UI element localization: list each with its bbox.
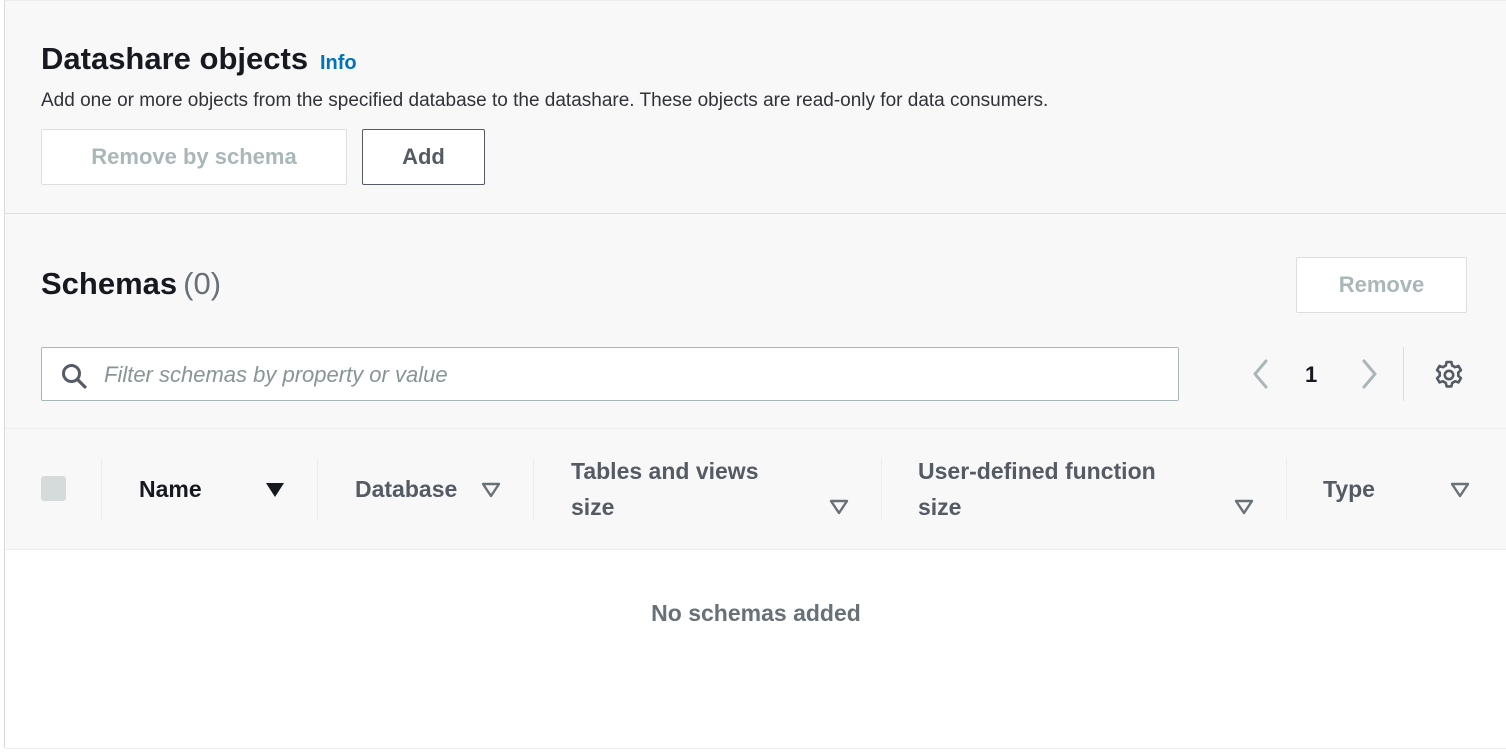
filter-input[interactable] [102, 348, 1166, 402]
remove-by-schema-button[interactable]: Remove by schema [41, 129, 347, 185]
column-header-tables-views-size[interactable]: Tables and views [571, 453, 758, 489]
add-button[interactable]: Add [362, 129, 485, 185]
gear-icon[interactable] [1433, 359, 1465, 391]
remove-button[interactable]: Remove [1296, 257, 1467, 313]
section-description: Add one or more objects from the specifi… [41, 90, 1049, 111]
column-header-udf-size[interactable]: User-defined function [918, 453, 1156, 489]
chevron-right-icon[interactable] [1357, 358, 1381, 390]
column-separator [317, 459, 318, 521]
column-separator [533, 459, 534, 521]
caret-down-outline-icon[interactable] [481, 482, 501, 498]
select-all-checkbox[interactable] [41, 476, 66, 501]
datashare-objects-panel: Datashare objects Info Add one or more o… [4, 0, 1506, 749]
column-header-udf-size-line2[interactable]: size [918, 489, 961, 525]
column-separator [1286, 459, 1287, 521]
schemas-table-container: Schemas(0) Remove 1 Name [5, 214, 1506, 550]
caret-down-outline-icon[interactable] [1450, 482, 1470, 498]
column-header-database[interactable]: Database [355, 471, 457, 507]
column-separator [101, 459, 102, 521]
column-header-tables-views-size-line2[interactable]: size [571, 489, 614, 525]
empty-state-message: No schemas added [651, 600, 861, 626]
table-header: Name Database Tables and views size User… [5, 428, 1506, 550]
pagination-current-page[interactable]: 1 [1305, 362, 1317, 388]
column-separator [881, 459, 882, 521]
section-title: Datashare objects [41, 41, 309, 76]
table-body: No schemas added [5, 550, 1506, 749]
caret-down-outline-icon[interactable] [829, 499, 849, 515]
filter-box[interactable] [41, 347, 1179, 402]
schemas-count: (0) [183, 266, 222, 301]
caret-down-filled-icon[interactable] [265, 482, 285, 498]
search-icon [62, 364, 87, 389]
schemas-title-text: Schemas [41, 266, 178, 301]
pager-divider [1403, 347, 1404, 401]
chevron-left-icon[interactable] [1249, 358, 1273, 390]
column-header-name[interactable]: Name [139, 471, 202, 507]
schemas-title: Schemas (0) [41, 266, 221, 302]
datashare-objects-header: Datashare objects Info Add one or more o… [5, 1, 1506, 214]
caret-down-outline-icon[interactable] [1234, 499, 1254, 515]
info-link[interactable]: Info [320, 52, 357, 75]
column-header-type[interactable]: Type [1323, 471, 1375, 507]
